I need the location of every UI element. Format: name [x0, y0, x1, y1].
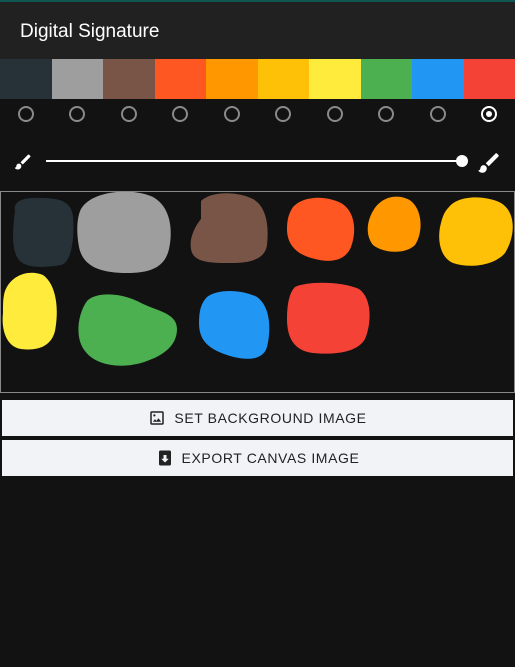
canvas-stroke	[287, 197, 355, 261]
app-title: Digital Signature	[20, 21, 160, 42]
set-background-image-button[interactable]: SET BACKGROUND IMAGE	[2, 400, 513, 436]
color-swatch[interactable]	[309, 59, 361, 99]
color-radio-cell	[258, 99, 310, 129]
canvas-stroke	[13, 197, 74, 267]
color-radio-button[interactable]	[275, 106, 292, 122]
color-radio-button[interactable]	[69, 106, 86, 122]
color-swatch[interactable]	[360, 59, 412, 99]
export-canvas-image-label: EXPORT CANVAS IMAGE	[181, 450, 360, 466]
color-radio-button[interactable]	[120, 106, 137, 122]
canvas-stroke	[78, 294, 177, 366]
color-radio-cell	[52, 99, 104, 129]
color-radio-button[interactable]	[481, 106, 498, 122]
color-swatch[interactable]	[0, 59, 52, 99]
color-radio-cell	[309, 99, 361, 129]
brush-size-control	[0, 145, 515, 177]
color-swatch[interactable]	[257, 59, 309, 99]
color-swatch[interactable]	[51, 59, 103, 99]
set-background-image-label: SET BACKGROUND IMAGE	[174, 410, 367, 426]
color-swatch[interactable]	[103, 59, 155, 99]
brush-size-slider[interactable]	[46, 155, 468, 167]
download-icon	[158, 450, 171, 466]
canvas-stroke	[199, 291, 270, 359]
color-radio-cell	[103, 99, 155, 129]
app-bar: Digital Signature	[0, 2, 515, 59]
color-radio-cell	[206, 99, 258, 129]
canvas-stroke	[367, 196, 421, 252]
color-radio-cell	[155, 99, 207, 129]
image-icon	[150, 411, 165, 425]
color-swatch[interactable]	[463, 59, 515, 99]
color-palette	[0, 59, 515, 99]
drawing-canvas[interactable]	[0, 191, 515, 393]
color-radio-button[interactable]	[326, 106, 343, 122]
color-radio-button[interactable]	[223, 106, 240, 122]
color-radio-cell	[361, 99, 413, 129]
slider-thumb[interactable]	[456, 155, 468, 167]
color-radio-button[interactable]	[172, 106, 189, 122]
brush-small-icon	[14, 154, 31, 170]
export-canvas-image-button[interactable]: EXPORT CANVAS IMAGE	[2, 440, 513, 476]
color-radio-cell	[0, 99, 52, 129]
brush-large-icon	[478, 153, 499, 173]
canvas-stroke	[439, 197, 513, 266]
canvas-drawing	[2, 192, 513, 366]
color-radio-group	[0, 99, 515, 129]
color-radio-button[interactable]	[17, 106, 34, 122]
canvas-stroke	[190, 193, 268, 263]
color-swatch[interactable]	[206, 59, 258, 99]
canvas-stroke	[2, 272, 57, 350]
canvas-stroke	[77, 192, 171, 273]
color-radio-button[interactable]	[429, 106, 446, 122]
color-swatch[interactable]	[154, 59, 206, 99]
canvas-stroke	[287, 282, 370, 354]
color-radio-cell	[412, 99, 464, 129]
slider-track	[46, 160, 462, 162]
color-radio-cell	[464, 99, 515, 129]
color-radio-button[interactable]	[378, 106, 395, 122]
color-swatch[interactable]	[412, 59, 464, 99]
